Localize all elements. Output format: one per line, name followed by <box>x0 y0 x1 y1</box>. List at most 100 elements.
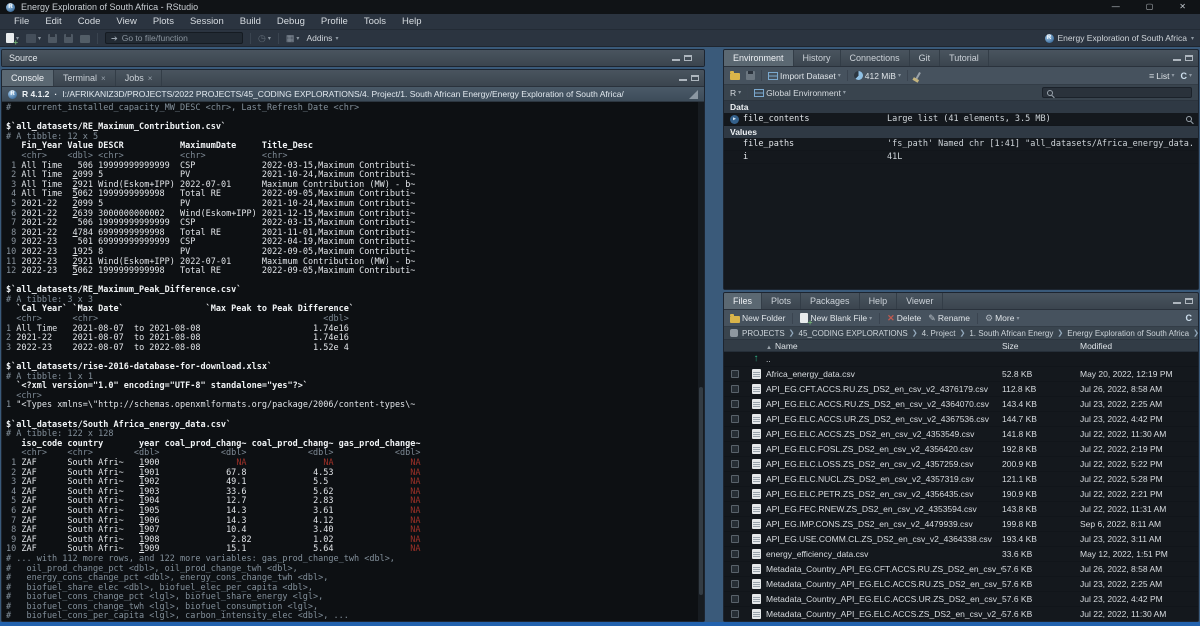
file-checkbox[interactable] <box>731 385 739 393</box>
tab-tutorial[interactable]: Tutorial <box>940 50 989 66</box>
list-view-button[interactable]: ≡List▾ <box>1149 71 1175 81</box>
file-checkbox[interactable] <box>731 460 739 468</box>
close-tab-icon[interactable]: × <box>101 74 106 83</box>
menu-file[interactable]: File <box>6 14 37 30</box>
file-checkbox[interactable] <box>731 445 739 453</box>
tab-help[interactable]: Help <box>860 293 898 309</box>
global-environment-selector[interactable]: Global Environment▾ <box>754 88 846 98</box>
rename-button[interactable]: ✎Rename <box>928 313 970 324</box>
minimize-pane-icon[interactable] <box>679 79 687 81</box>
file-name-link[interactable]: API_EG.ELC.ACCS.UR.ZS_DS2_en_csv_v2_4367… <box>766 414 1002 424</box>
file-name-link[interactable]: energy_efficiency_data.csv <box>766 549 1002 559</box>
file-name-link[interactable]: API_EG.IMP.CONS.ZS_DS2_en_csv_v2_4479939… <box>766 519 1002 529</box>
file-row[interactable]: API_EG.ELC.ACCS.UR.ZS_DS2_en_csv_v2_4367… <box>724 412 1198 427</box>
file-row[interactable]: API_EG.ELC.ACCS.RU.ZS_DS2_en_csv_v2_4364… <box>724 397 1198 412</box>
console-scrollbar[interactable] <box>698 102 704 621</box>
load-workspace-icon[interactable] <box>730 73 740 80</box>
file-name-link[interactable]: API_EG.USE.COMM.CL.ZS_DS2_en_csv_v2_4364… <box>766 534 1002 544</box>
breadcrumb-item[interactable]: 1. South African Energy <box>969 329 1053 338</box>
project-selector[interactable]: R Energy Exploration of South Africa ▾ <box>1045 33 1194 43</box>
menu-profile[interactable]: Profile <box>313 14 356 30</box>
maximize-pane-icon[interactable] <box>684 55 692 61</box>
source-pane-header[interactable]: Source <box>2 50 704 66</box>
tab-connections[interactable]: Connections <box>841 50 910 66</box>
name-column-header[interactable]: ▲Name <box>766 341 1002 351</box>
maximize-pane-icon[interactable] <box>1185 55 1193 61</box>
minimize-pane-icon[interactable] <box>1173 302 1181 304</box>
file-name-link[interactable]: API_EG.ELC.FOSL.ZS_DS2_en_csv_v2_4356420… <box>766 444 1002 454</box>
file-name-link[interactable]: Metadata_Country_API_EG.ELC.ACCS.RU.ZS_D… <box>766 579 1002 589</box>
tab-packages[interactable]: Packages <box>801 293 860 309</box>
maximize-pane-icon[interactable] <box>691 75 699 81</box>
size-column-header[interactable]: Size <box>1002 341 1080 351</box>
file-row[interactable]: Metadata_Country_API_EG.ELC.ACCS.UR.ZS_D… <box>724 592 1198 607</box>
breadcrumb-item[interactable]: PROJECTS <box>742 329 785 338</box>
file-checkbox[interactable] <box>731 415 739 423</box>
file-name-link[interactable]: Africa_energy_data.csv <box>766 369 1002 379</box>
file-row[interactable]: API_EG.IMP.CONS.ZS_DS2_en_csv_v2_4479939… <box>724 517 1198 532</box>
inspect-object-icon[interactable] <box>1186 116 1192 122</box>
expand-object-icon[interactable]: ▶ <box>730 115 739 124</box>
modified-column-header[interactable]: Modified <box>1080 341 1198 351</box>
tab-environment[interactable]: Environment <box>724 50 794 66</box>
file-name-link[interactable]: API_EG.ELC.PETR.ZS_DS2_en_csv_v2_4356435… <box>766 489 1002 499</box>
file-name-link[interactable]: API_EG.ELC.ACCS.RU.ZS_DS2_en_csv_v2_4364… <box>766 399 1002 409</box>
file-row[interactable]: API_EG.ELC.NUCL.ZS_DS2_en_csv_v2_4357319… <box>724 472 1198 487</box>
delete-button[interactable]: ✕Delete <box>887 313 921 324</box>
tab-plots[interactable]: Plots <box>762 293 801 309</box>
menu-session[interactable]: Session <box>182 14 232 30</box>
tab-git[interactable]: Git <box>910 50 941 66</box>
new-file-button[interactable]: ▾ <box>6 33 19 43</box>
file-row[interactable]: API_EG.CFT.ACCS.RU.ZS_DS2_en_csv_v2_4376… <box>724 382 1198 397</box>
file-checkbox[interactable] <box>731 580 739 588</box>
maximize-pane-icon[interactable] <box>1185 298 1193 304</box>
maximize-window-icon[interactable]: ▢ <box>1146 0 1154 14</box>
file-row[interactable]: API_EG.ELC.ACCS.ZS_DS2_en_csv_v2_4353549… <box>724 427 1198 442</box>
file-row[interactable]: API_EG.ELC.PETR.ZS_DS2_en_csv_v2_4356435… <box>724 487 1198 502</box>
file-name-link[interactable]: Metadata_Country_API_EG.CFT.ACCS.RU.ZS_D… <box>766 564 1002 574</box>
new-blank-file-button[interactable]: New Blank File▾ <box>800 313 872 323</box>
menu-code[interactable]: Code <box>70 14 109 30</box>
minimize-pane-icon[interactable] <box>672 59 680 61</box>
workspace-panes-button[interactable]: ▦▾ <box>286 33 300 44</box>
history-button[interactable]: ◷▾ <box>258 33 271 44</box>
file-row[interactable]: API_EG.ELC.LOSS.ZS_DS2_en_csv_v2_4357259… <box>724 457 1198 472</box>
refresh-files-button[interactable]: C <box>1186 313 1193 323</box>
memory-usage-button[interactable]: 412 MiB▾ <box>854 71 901 81</box>
tab-jobs[interactable]: Jobs× <box>116 70 163 86</box>
file-checkbox[interactable] <box>731 535 739 543</box>
addins-button[interactable]: Addins▾ <box>306 33 338 43</box>
close-tab-icon[interactable]: × <box>148 74 153 83</box>
environment-search-input[interactable] <box>1042 87 1192 98</box>
file-row[interactable]: API_EG.ELC.FOSL.ZS_DS2_en_csv_v2_4356420… <box>724 442 1198 457</box>
save-button[interactable] <box>48 34 57 43</box>
file-checkbox[interactable] <box>731 520 739 528</box>
clear-objects-broom-icon[interactable] <box>915 72 921 80</box>
file-checkbox[interactable] <box>731 565 739 573</box>
file-name-link[interactable]: API_EG.ELC.NUCL.ZS_DS2_en_csv_v2_4357319… <box>766 474 1002 484</box>
goto-file-function-input[interactable]: ➔ Go to file/function <box>105 32 243 44</box>
save-all-button[interactable] <box>64 34 73 43</box>
menu-tools[interactable]: Tools <box>356 14 394 30</box>
file-row[interactable]: Africa_energy_data.csv52.8 KBMay 20, 202… <box>724 367 1198 382</box>
import-dataset-button[interactable]: Import Dataset▾ <box>768 71 841 81</box>
breadcrumb-item[interactable]: 45_CODING EXPLORATIONS <box>799 329 908 338</box>
file-checkbox[interactable] <box>731 370 739 378</box>
menu-help[interactable]: Help <box>394 14 430 30</box>
file-row[interactable]: energy_efficiency_data.csv33.6 KBMay 12,… <box>724 547 1198 562</box>
new-folder-button[interactable]: New Folder <box>730 313 785 323</box>
menu-view[interactable]: View <box>108 14 144 30</box>
file-row[interactable]: API_EG.FEC.RNEW.ZS_DS2_en_csv_v2_4353594… <box>724 502 1198 517</box>
file-checkbox[interactable] <box>731 475 739 483</box>
menu-debug[interactable]: Debug <box>269 14 313 30</box>
environment-object-row[interactable]: i41L <box>724 151 1198 164</box>
file-name-link[interactable]: Metadata_Country_API_EG.ELC.ACCS.ZS_DS2_… <box>766 609 1002 619</box>
file-checkbox[interactable] <box>731 550 739 558</box>
menu-plots[interactable]: Plots <box>145 14 182 30</box>
menu-build[interactable]: Build <box>232 14 269 30</box>
menu-edit[interactable]: Edit <box>37 14 69 30</box>
file-checkbox[interactable] <box>731 610 739 618</box>
tab-viewer[interactable]: Viewer <box>897 293 943 309</box>
print-button[interactable] <box>80 34 90 43</box>
breadcrumb-root-icon[interactable] <box>730 329 738 337</box>
